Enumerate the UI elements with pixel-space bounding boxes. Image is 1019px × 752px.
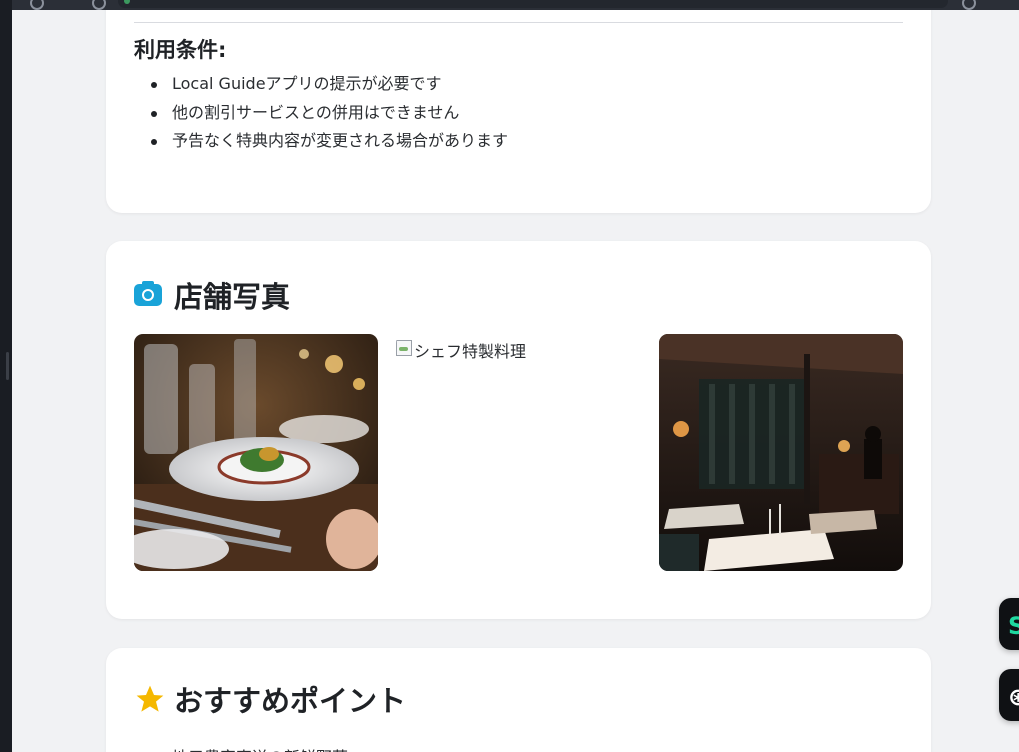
resize-handle[interactable] xyxy=(6,352,9,380)
recommend-title-text: おすすめポイント xyxy=(174,684,407,718)
recommend-card: おすすめポイント 地元農家直送の新鮮野菜 xyxy=(106,648,931,752)
interior-photo-image xyxy=(659,334,903,571)
dish-photo-image xyxy=(134,334,378,571)
broken-image-icon xyxy=(396,340,412,356)
terms-item: Local Guideアプリの提示が必要です xyxy=(134,72,508,101)
address-bar[interactable] xyxy=(118,0,948,8)
photo-gallery: シェフ特製料理 xyxy=(134,334,903,572)
download-icon[interactable] xyxy=(962,0,976,10)
openai-icon: ⊛ xyxy=(1008,683,1019,711)
photos-section-title: 店舗写真 xyxy=(134,274,290,316)
terms-card: 利用条件: Local Guideアプリの提示が必要です 他の割引サービスとの併… xyxy=(106,10,931,213)
photos-card: 店舗写真 シェフ特製料理 xyxy=(106,241,931,619)
terms-item: 他の割引サービスとの併用はできません xyxy=(134,101,508,130)
broken-image-alt: シェフ特製料理 xyxy=(414,342,527,361)
terms-title: 利用条件: xyxy=(134,38,227,62)
terms-item: 予告なく特典内容が変更される場合があります xyxy=(134,129,508,158)
interior-photo[interactable] xyxy=(659,334,903,571)
assistant-icon: S xyxy=(1008,612,1019,640)
terms-list: Local Guideアプリの提示が必要です 他の割引サービスとの併用はできませ… xyxy=(134,72,508,158)
dish-photo[interactable] xyxy=(134,334,378,571)
photos-title-text: 店舗写真 xyxy=(174,280,291,314)
recommend-section-title: おすすめポイント xyxy=(134,678,406,720)
page-viewport: 利用条件: Local Guideアプリの提示が必要です 他の割引サービスとの併… xyxy=(12,10,1019,752)
secure-icon xyxy=(124,0,130,4)
info-icon[interactable] xyxy=(92,0,106,10)
divider xyxy=(134,22,903,23)
camera-icon xyxy=(134,281,162,306)
back-icon[interactable] xyxy=(30,0,44,10)
side-panel-edge xyxy=(0,0,12,752)
star-icon xyxy=(136,685,164,712)
assistant-fab[interactable]: S xyxy=(999,598,1019,650)
chef-dish-photo[interactable]: シェフ特製料理 xyxy=(396,334,640,575)
recommend-item: 地元農家直送の新鮮野菜 xyxy=(172,744,348,752)
openai-fab[interactable]: ⊛ xyxy=(999,669,1019,721)
